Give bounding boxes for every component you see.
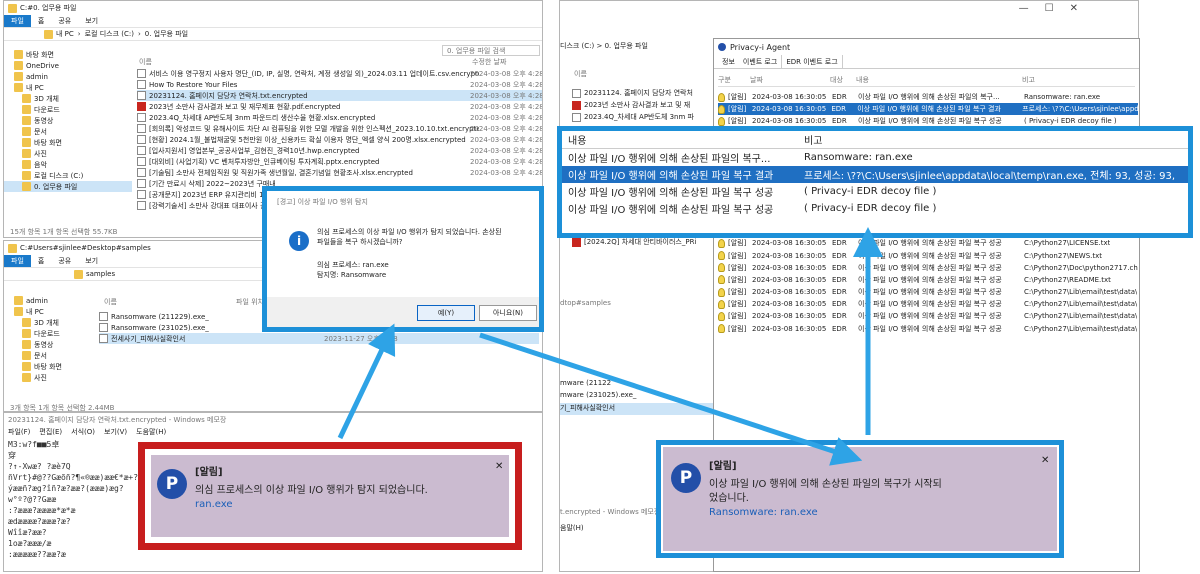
arrow-dialog-to-recovery — [479, 332, 863, 466]
arrow-toast-to-dialog — [337, 323, 396, 440]
arrows-overlay — [337, 227, 883, 466]
